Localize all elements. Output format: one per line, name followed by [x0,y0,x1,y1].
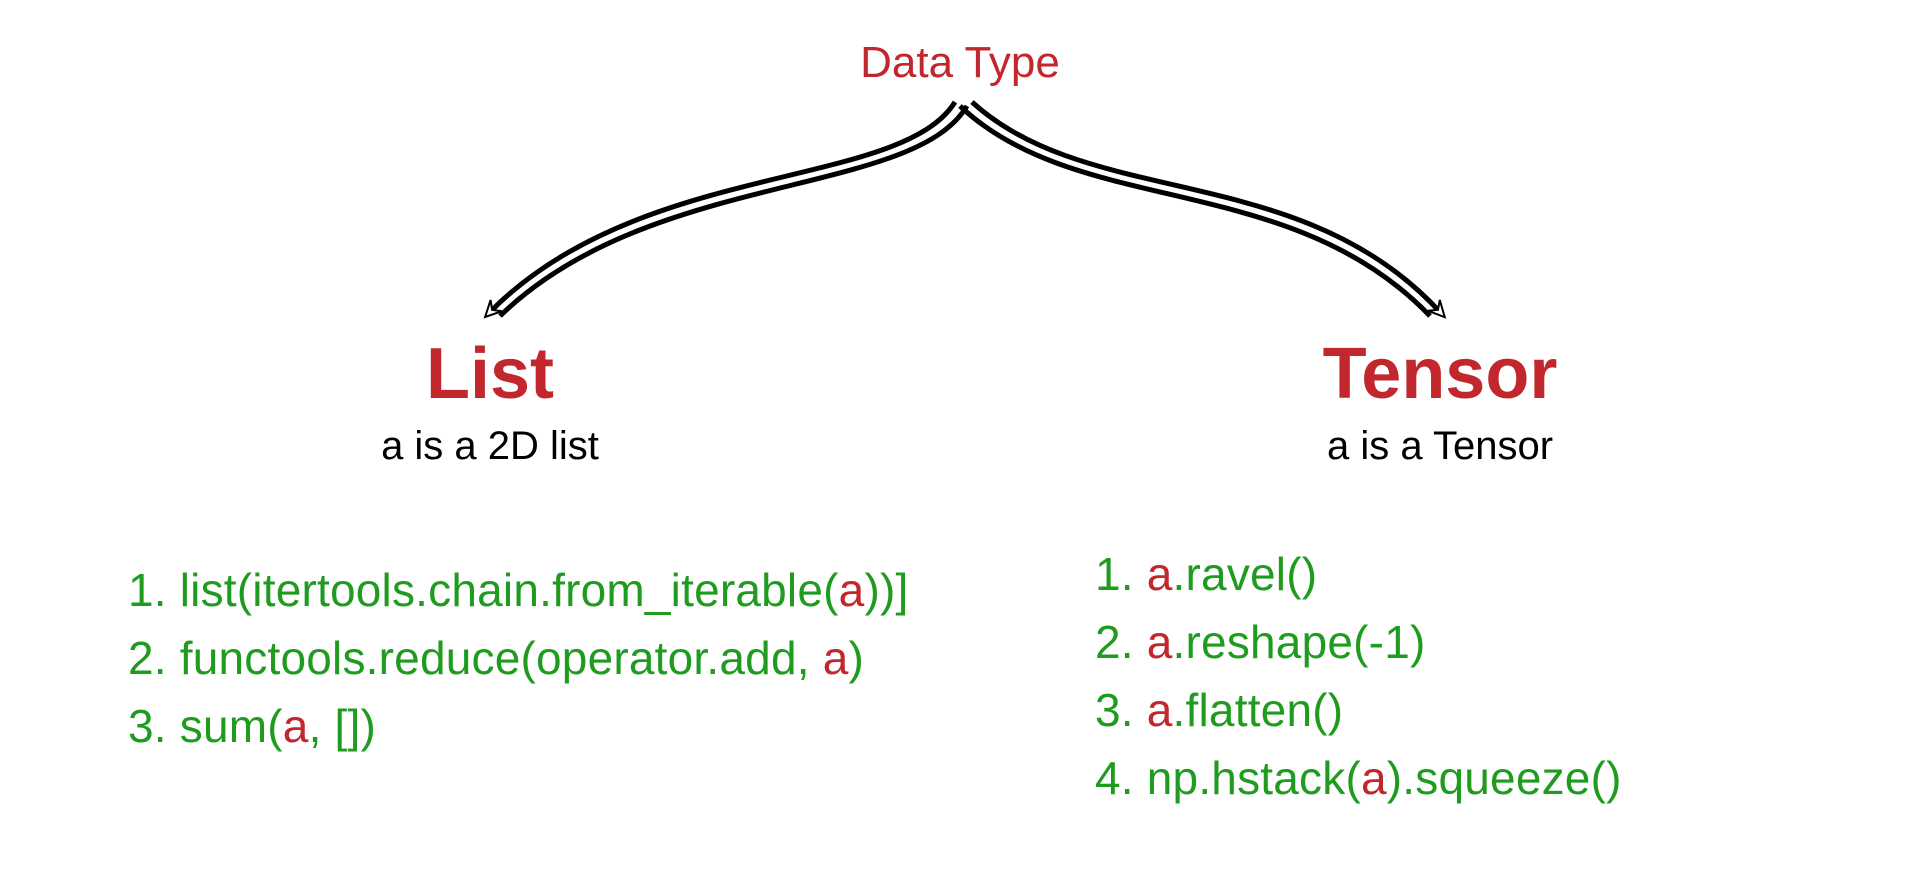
item-number: 3. [128,700,180,752]
branch-list-title: List [210,338,770,410]
list-item: 1. a.ravel() [1095,540,1895,608]
code-post: , []) [309,700,376,752]
code-post: .flatten() [1173,684,1344,736]
code-var: a [1147,684,1173,736]
list-methods: 1. list(itertools.chain.from_iterable(a)… [128,556,1128,760]
list-item: 3. a.flatten() [1095,676,1895,744]
code-var: a [283,700,309,752]
list-item: 2. a.reshape(-1) [1095,608,1895,676]
code-var: a [1147,548,1173,600]
branch-list-subtitle: a is a 2D list [210,424,770,469]
item-number: 3. [1095,684,1147,736]
list-item: 2. functools.reduce(operator.add, a) [128,624,1128,692]
branch-tensor-subtitle: a is a Tensor [1120,424,1760,469]
code-pre: functools.reduce(operator.add, [180,632,823,684]
branch-tensor: Tensor a is a Tensor [1120,338,1760,469]
code-post: ) [849,632,865,684]
code-var: a [1361,752,1387,804]
branch-list: List a is a 2D list [210,338,770,469]
list-item: 1. list(itertools.chain.from_iterable(a)… [128,556,1128,624]
list-item: 4. np.hstack(a).squeeze() [1095,744,1895,812]
code-pre: list(itertools.chain.from_iterable( [180,564,839,616]
code-post: ))] [864,564,908,616]
branch-tensor-title: Tensor [1120,338,1760,410]
code-pre: np.hstack( [1147,752,1361,804]
code-var: a [839,564,865,616]
list-item: 3. sum(a, []) [128,692,1128,760]
code-pre: sum( [180,700,283,752]
code-var: a [1147,616,1173,668]
item-number: 2. [128,632,180,684]
item-number: 2. [1095,616,1147,668]
tensor-methods: 1. a.ravel() 2. a.reshape(-1) 3. a.flatt… [1095,540,1895,812]
code-post: .reshape(-1) [1173,616,1426,668]
diagram-stage: Data Type List a is a 2D list Tensor a i… [0,0,1920,869]
code-post: ).squeeze() [1387,752,1622,804]
code-var: a [823,632,849,684]
item-number: 1. [128,564,180,616]
item-number: 4. [1095,752,1147,804]
item-number: 1. [1095,548,1147,600]
code-post: .ravel() [1173,548,1318,600]
